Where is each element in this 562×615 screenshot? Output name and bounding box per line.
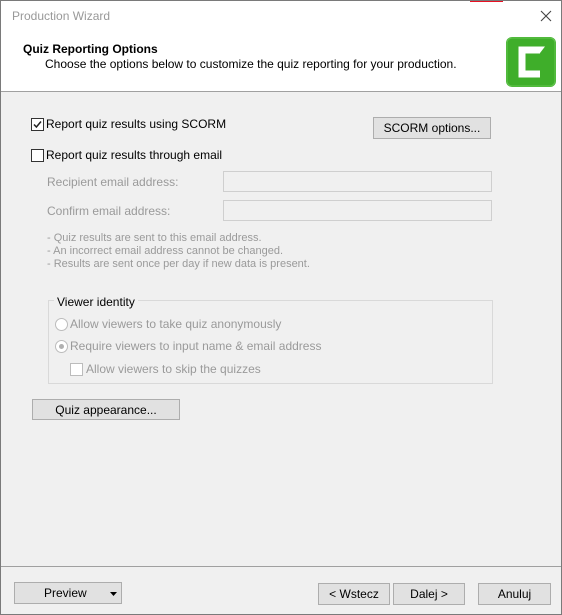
production-wizard-window: Production Wizard Quiz Reporting Options… xyxy=(0,0,562,615)
close-icon xyxy=(540,10,552,22)
quiz-appearance-button[interactable]: Quiz appearance... xyxy=(32,399,180,420)
anonymous-label[interactable]: Allow viewers to take quiz anonymously xyxy=(70,317,281,331)
preview-label: Preview xyxy=(44,586,87,600)
recipient-email-label: Recipient email address: xyxy=(47,175,179,189)
email-note-1: - Quiz results are sent to this email ad… xyxy=(47,232,262,244)
page-subtitle: Choose the options below to customize th… xyxy=(45,57,457,71)
back-button[interactable]: < Wstecz xyxy=(318,583,390,605)
preview-button[interactable]: Preview xyxy=(14,582,122,604)
recipient-email-field[interactable] xyxy=(223,171,492,192)
title-bar: Production Wizard xyxy=(1,1,561,31)
viewer-identity-label: Viewer identity xyxy=(54,295,138,309)
email-note-3: - Results are sent once per day if new d… xyxy=(47,258,310,270)
require-identity-label[interactable]: Require viewers to input name & email ad… xyxy=(70,339,321,353)
email-label[interactable]: Report quiz results through email xyxy=(46,148,222,162)
anonymous-radio[interactable] xyxy=(55,318,68,331)
confirm-email-label: Confirm email address: xyxy=(47,204,171,218)
next-button[interactable]: Dalej > xyxy=(393,583,465,605)
camtasia-logo-icon xyxy=(506,37,556,87)
require-identity-radio[interactable] xyxy=(55,340,68,353)
radio-selected-dot xyxy=(59,344,64,349)
scorm-checkbox[interactable] xyxy=(31,118,44,131)
footer-divider xyxy=(1,566,561,567)
email-checkbox[interactable] xyxy=(31,149,44,162)
title-accent-line xyxy=(470,1,503,2)
scorm-label[interactable]: Report quiz results using SCORM xyxy=(46,117,226,131)
checkmark-icon xyxy=(33,121,42,129)
wizard-header: Quiz Reporting Options Choose the option… xyxy=(1,31,561,92)
skip-quizzes-checkbox[interactable] xyxy=(70,363,83,376)
window-title: Production Wizard xyxy=(12,9,111,23)
page-title: Quiz Reporting Options xyxy=(23,42,158,56)
close-button[interactable] xyxy=(531,1,561,31)
cancel-button[interactable]: Anuluj xyxy=(478,583,551,605)
scorm-options-button[interactable]: SCORM options... xyxy=(373,117,491,139)
email-note-2: - An incorrect email address cannot be c… xyxy=(47,245,284,257)
confirm-email-field[interactable] xyxy=(223,200,492,221)
dropdown-arrow-icon xyxy=(110,592,117,596)
skip-quizzes-label[interactable]: Allow viewers to skip the quizzes xyxy=(86,362,261,376)
